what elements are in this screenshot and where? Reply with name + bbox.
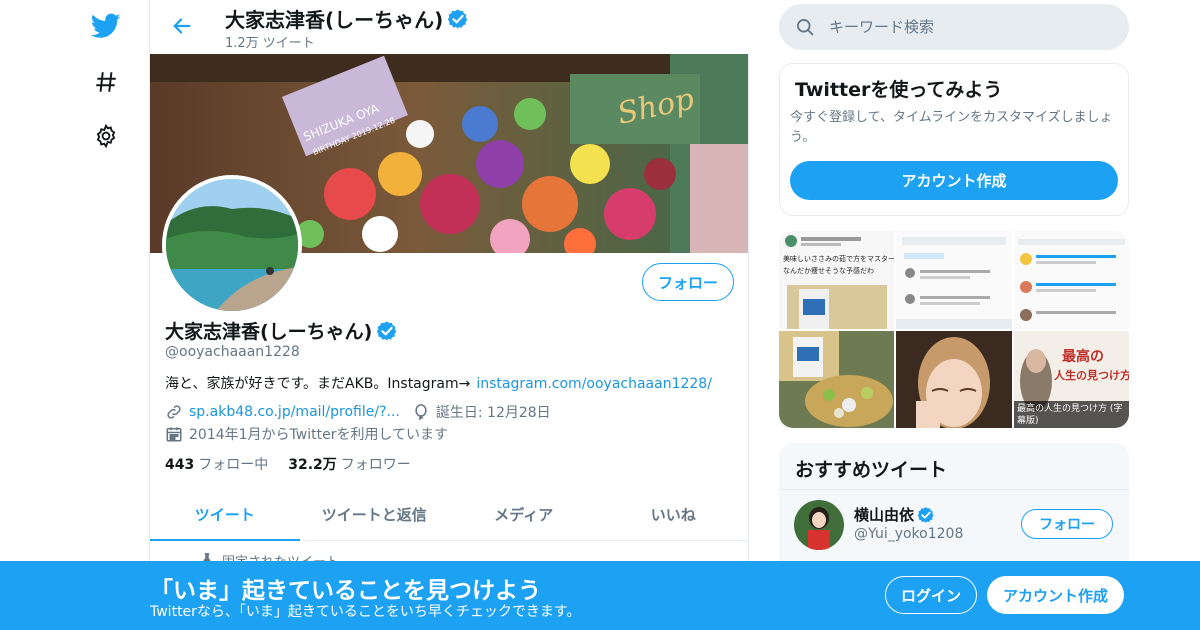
recommended-handle: @Yui_yoko1208: [854, 526, 964, 542]
search-box[interactable]: [779, 4, 1129, 50]
recommended-user-row[interactable]: 横山由依 @Yui_yoko1208 フォロー: [779, 489, 1129, 559]
bottom-bar-title: 「いま」起きていることを見つけよう: [150, 578, 541, 604]
recommended-name-row: 横山由依: [854, 504, 935, 525]
right-sidebar: Twitterを使ってみよう 今すぐ登録して、タイムラインをカスタマイズしましょ…: [779, 0, 1129, 630]
profile-tabs: ツイート ツイートと返信 メディア いいね: [150, 488, 748, 541]
verified-badge-icon: [376, 320, 398, 342]
calendar-icon: [165, 425, 183, 443]
media-grid: 美味しいささみの茹で方をマスターした なんだか痩せそうな予感だわ: [779, 231, 1129, 428]
create-account-button[interactable]: アカウント作成: [790, 161, 1118, 200]
header-title: 大家志津香(しーちゃん): [225, 4, 469, 33]
profile-meta-row: sp.akb48.co.jp/mail/profile/?... 誕生日: 12…: [165, 402, 551, 422]
following-stat[interactable]: 443 フォロー中: [165, 454, 268, 474]
left-nav: [80, 0, 130, 630]
recommended-follow-button[interactable]: フォロー: [1021, 509, 1113, 539]
profile-birthday: 誕生日: 12月28日: [435, 405, 551, 421]
followers-stat[interactable]: 32.2万 フォロワー: [288, 454, 411, 474]
signup-card-description: 今すぐ登録して、タイムラインをカスタマイズしましょう。: [790, 110, 1113, 145]
media-tile-text: なんだか痩せそうな予感だわ: [783, 266, 874, 275]
following-label: フォロー中: [198, 457, 269, 473]
tab-likes[interactable]: いいね: [599, 488, 749, 540]
back-button[interactable]: [164, 8, 200, 44]
media-tile-caption: 最高の人生の見つけ方 (字幕版): [1017, 404, 1123, 426]
page: 大家志津香(しーちゃん) 1.2万 ツイート Shop SHIZUKA OYA …: [0, 0, 1200, 630]
media-tile-title: 人生の見つけ方: [1054, 368, 1129, 382]
verified-badge-icon: [447, 8, 469, 30]
profile-name-row: 大家志津香(しーちゃん): [165, 317, 398, 344]
bottom-bar-subtitle: Twitterなら、「いま」起きていることをいち早くチェックできます。: [150, 604, 581, 620]
signup-bottom-bar: 「いま」起きていることを見つけよう Twitterなら、「いま」起きていることを…: [0, 561, 1200, 630]
media-tile[interactable]: [896, 231, 1012, 329]
link-icon: [165, 403, 183, 421]
balloon-icon: [412, 403, 430, 421]
bio-text: 海と、家族が好きです。まだAKB。Instagram→: [165, 376, 471, 392]
avatar[interactable]: [794, 500, 844, 550]
login-button[interactable]: ログイン: [885, 576, 977, 614]
profile-column: 大家志津香(しーちゃん) 1.2万 ツイート Shop SHIZUKA OYA …: [149, 0, 750, 630]
gear-icon[interactable]: [86, 116, 126, 156]
twitter-logo-icon[interactable]: [86, 6, 126, 46]
profile-joined-row: 2014年1月からTwitterを利用しています: [165, 424, 448, 444]
tab-tweets[interactable]: ツイート: [150, 488, 300, 541]
signup-card-title: Twitterを使ってみよう: [795, 79, 1003, 101]
followers-count: 32.2万: [288, 457, 337, 473]
header-name: 大家志津香(しーちゃん): [225, 8, 444, 32]
recommended-name: 横山由依: [854, 506, 915, 524]
profile-bio: 海と、家族が好きです。まだAKB。Instagram→ instagram.com…: [165, 373, 712, 393]
following-count: 443: [165, 457, 195, 473]
media-tile[interactable]: 最高の 人生の見つけ方 最高の人生の見つけ方 (字幕版): [1014, 331, 1129, 428]
recommended-title: おすすめツイート: [795, 459, 948, 481]
profile-stats: 443 フォロー中 32.2万 フォロワー: [165, 454, 411, 474]
bio-instagram-link[interactable]: instagram.com/ooyachaaan1228/: [476, 376, 712, 392]
media-tile[interactable]: 美味しいささみの茹で方をマスターした なんだか痩せそうな予感だわ: [779, 231, 894, 329]
tweet-count: 1.2万 ツイート: [225, 36, 315, 51]
hashtag-icon[interactable]: [86, 62, 126, 102]
profile-topbar: 大家志津香(しーちゃん) 1.2万 ツイート: [150, 0, 750, 54]
media-tile[interactable]: [896, 331, 1012, 428]
tab-tweets-replies[interactable]: ツイートと返信: [300, 488, 450, 540]
profile-website-link[interactable]: sp.akb48.co.jp/mail/profile/?...: [189, 404, 400, 420]
media-tile-title: 最高の: [1062, 348, 1104, 365]
tab-media[interactable]: メディア: [449, 488, 599, 540]
signup-card: Twitterを使ってみよう 今すぐ登録して、タイムラインをカスタマイズしましょ…: [779, 63, 1129, 216]
media-tile[interactable]: [779, 331, 894, 428]
profile-name: 大家志津香(しーちゃん): [165, 321, 373, 343]
media-tile[interactable]: [1014, 231, 1129, 329]
signup-button[interactable]: アカウント作成: [987, 576, 1124, 614]
media-tile-text: 美味しいささみの茹で方をマスターした: [783, 254, 894, 263]
verified-badge-icon: [917, 506, 935, 524]
back-arrow-icon: [173, 18, 191, 34]
search-icon: [795, 17, 815, 37]
profile-joined: 2014年1月からTwitterを利用しています: [189, 427, 449, 443]
profile-handle: @ooyachaaan1228: [165, 344, 300, 360]
follow-button[interactable]: フォロー: [642, 263, 734, 301]
profile-avatar[interactable]: [162, 175, 302, 315]
search-input[interactable]: [829, 18, 1089, 36]
followers-label: フォロワー: [340, 457, 411, 473]
